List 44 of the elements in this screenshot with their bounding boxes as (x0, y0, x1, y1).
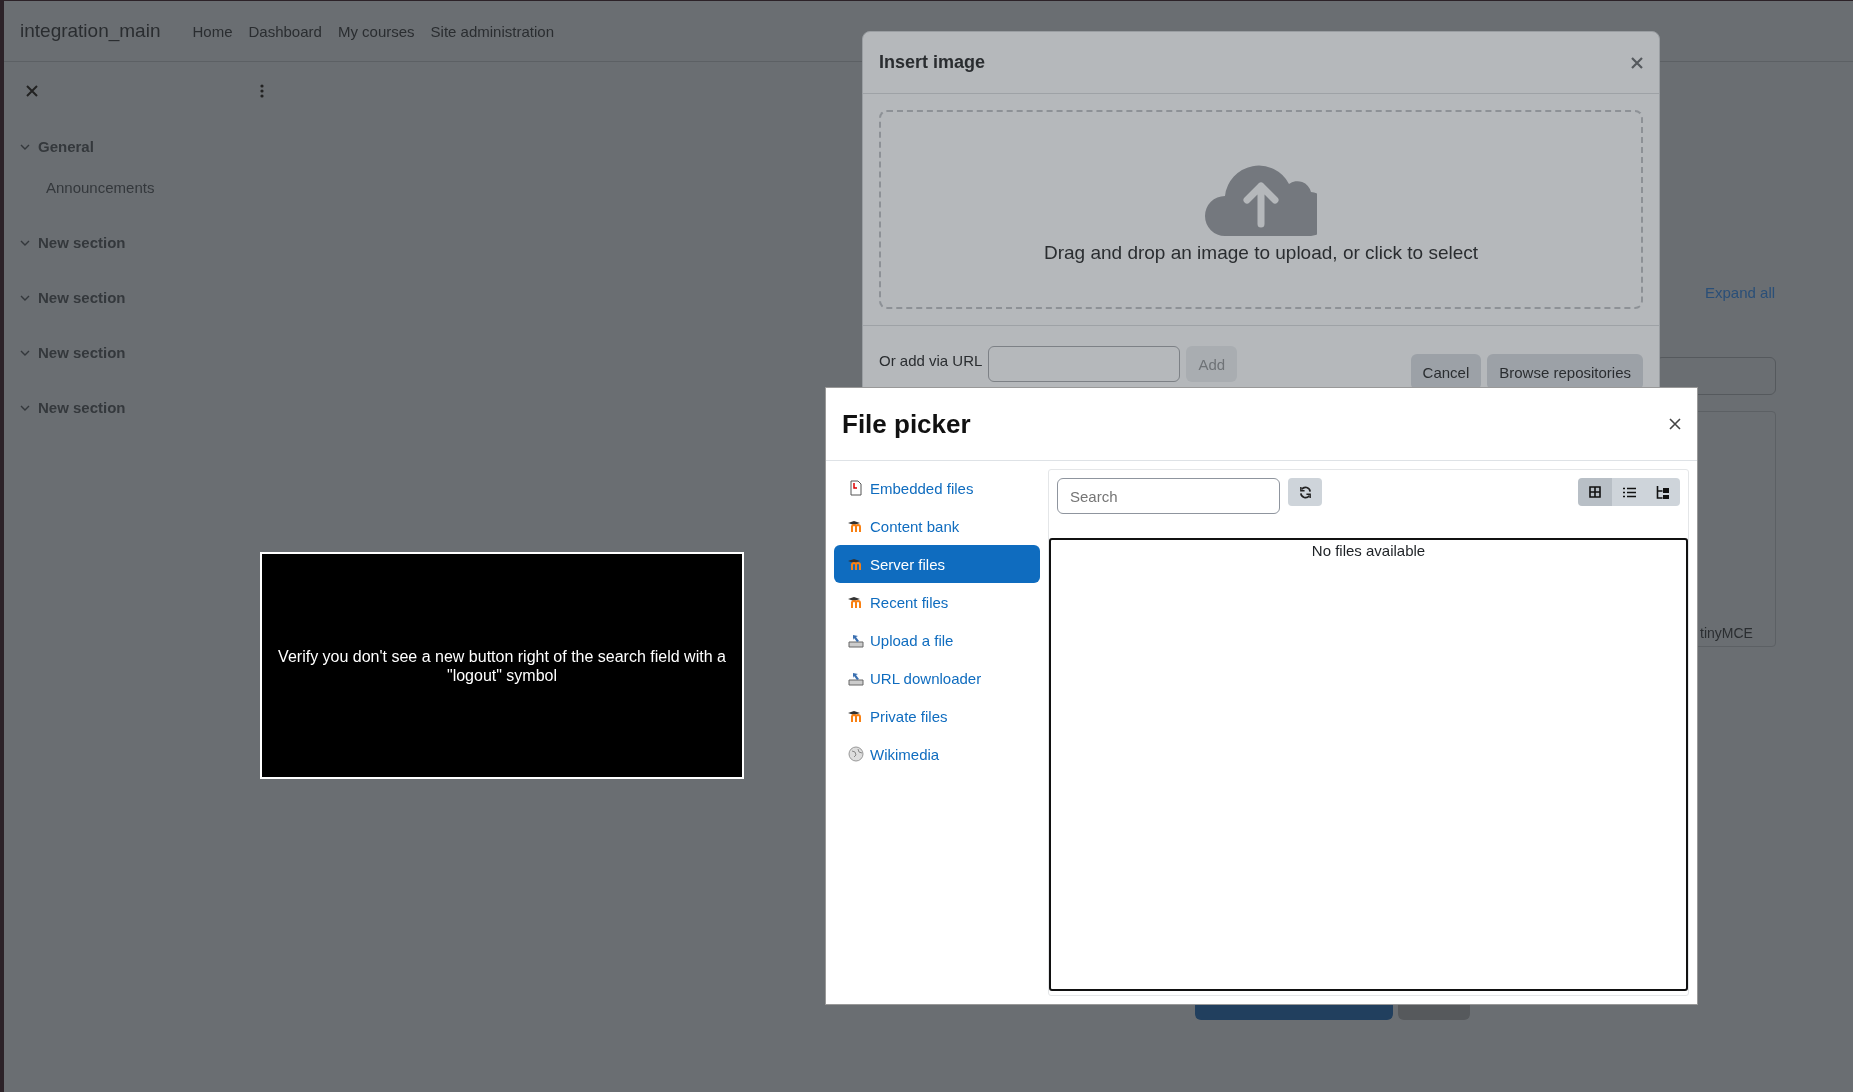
mortarboard-icon (848, 519, 864, 533)
nav-link[interactable]: Site administration (430, 22, 554, 40)
refresh-button[interactable] (1288, 478, 1322, 506)
repository-item[interactable]: Recent files (834, 583, 1040, 621)
overlay-message: Verify you don't see a new button right of the search field with a "logout" symbol (277, 646, 727, 685)
close-icon[interactable] (1669, 418, 1681, 430)
repository-item[interactable]: Embedded files (834, 469, 1040, 507)
repository-item[interactable]: Upload a file (834, 621, 1040, 659)
dropzone-text: Drag and drop an image to upload, or click to select (1043, 241, 1479, 264)
site-name[interactable]: integration_main (20, 20, 161, 42)
upload-tray-icon (848, 670, 864, 686)
dialog-title: Insert image (879, 52, 986, 73)
editor-brand: tinyMCE (1700, 625, 1753, 641)
repository-item[interactable]: URL downloader (834, 659, 1040, 697)
nav-link[interactable]: Home (192, 22, 233, 40)
repository-item[interactable]: Private files (834, 697, 1040, 735)
list-icon (1622, 486, 1636, 498)
repository-item[interactable]: Wikimedia (834, 735, 1040, 773)
grid-icon (1589, 486, 1601, 498)
kebab-menu-icon[interactable] (260, 84, 264, 98)
browse-repositories-button[interactable]: Browse repositories (1487, 354, 1643, 390)
refresh-icon (1298, 485, 1312, 499)
view-toggle-button[interactable] (1578, 478, 1612, 506)
empty-message: No files available (1311, 542, 1426, 560)
url-input[interactable] (988, 346, 1181, 382)
dropzone[interactable]: Drag and drop an image to upload, or click to select (879, 110, 1643, 309)
nav-link[interactable]: My courses (337, 22, 415, 40)
cancel-button[interactable]: Cancel (1410, 354, 1482, 390)
search-field[interactable]: Search (1057, 478, 1280, 514)
mortarboard-icon (848, 595, 864, 609)
dialog-title: File picker (842, 408, 971, 440)
document-icon (848, 480, 864, 496)
repository-item[interactable]: Server files (834, 545, 1040, 583)
url-label: Or add via URL (879, 352, 983, 369)
expand-all-link[interactable]: Expand all (1705, 284, 1776, 301)
globe-icon (848, 746, 864, 762)
view-toggle-button[interactable] (1646, 478, 1680, 506)
repository-item[interactable]: Content bank (834, 507, 1040, 545)
mortarboard-icon (848, 709, 864, 723)
mortarboard-icon (848, 557, 864, 571)
upload-tray-icon (848, 632, 864, 648)
view-toggle-button[interactable] (1612, 478, 1646, 506)
tree-icon (1656, 485, 1670, 499)
nav-link[interactable]: Dashboard (248, 22, 322, 40)
